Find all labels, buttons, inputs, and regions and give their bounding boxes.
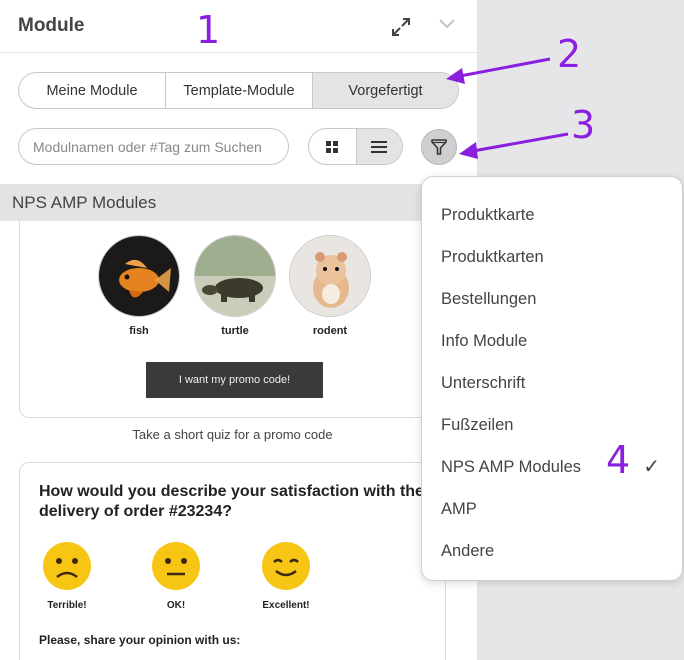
- arrowhead-2: [446, 68, 465, 84]
- arrow-2: [459, 57, 551, 78]
- annotation-3: 3: [571, 103, 596, 147]
- annotation-4: 4: [606, 438, 631, 482]
- annotation-1: 1: [196, 8, 221, 52]
- arrowhead-3: [459, 142, 478, 159]
- annotation-2: 2: [557, 32, 582, 76]
- annotation-arrows: [446, 57, 569, 159]
- arrow-3: [472, 132, 569, 153]
